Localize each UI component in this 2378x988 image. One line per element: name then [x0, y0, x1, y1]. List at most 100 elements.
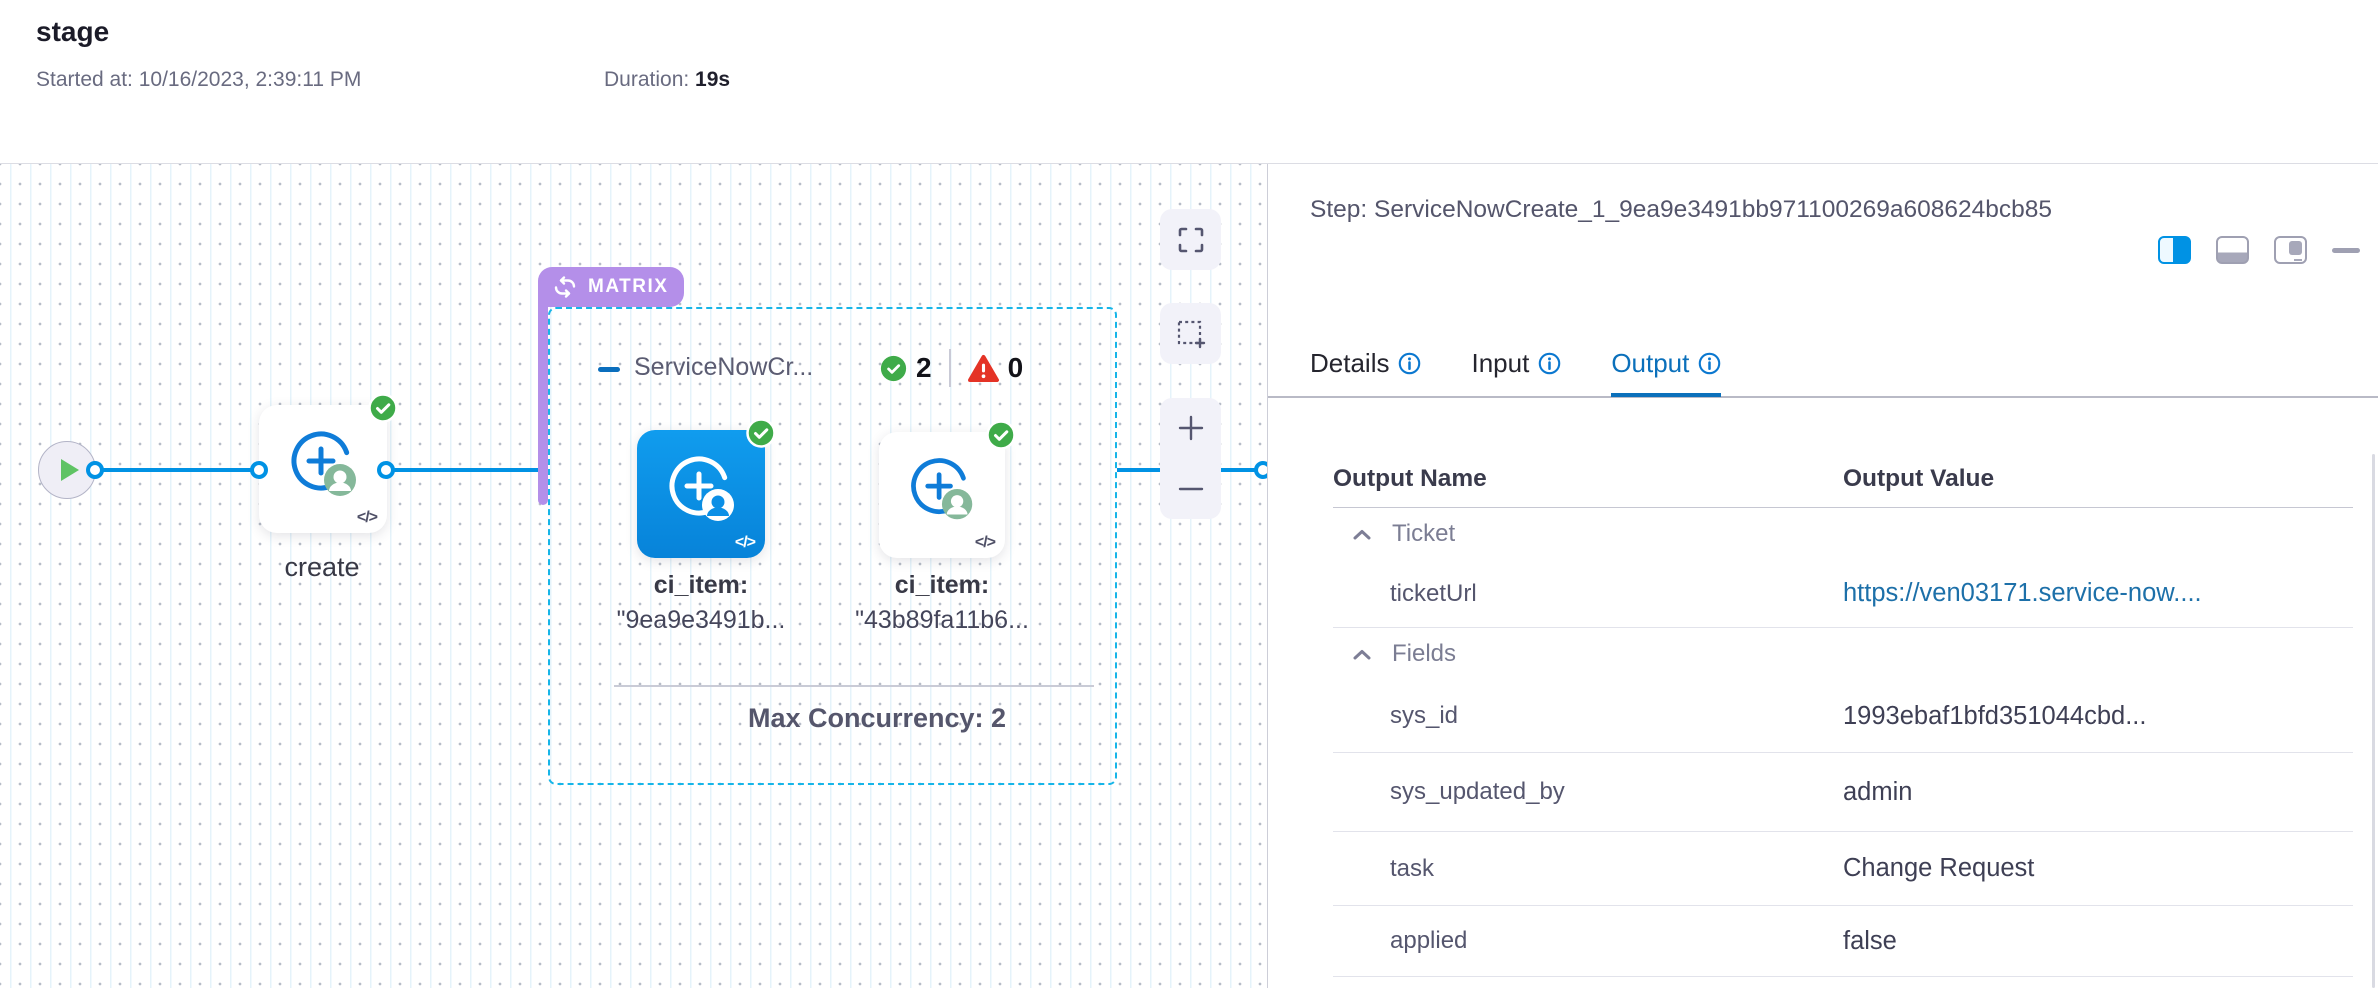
duration: Duration: 19s: [604, 68, 730, 92]
zoom-out-button[interactable]: [1160, 459, 1221, 520]
matrix-step-2-param-name: ci_item:: [822, 571, 1062, 600]
table-row: sys_id 1993ebaf1bfd351044cbd...: [1333, 680, 2353, 753]
info-icon[interactable]: [1398, 352, 1421, 375]
tab-details[interactable]: Details: [1310, 348, 1421, 397]
code-icon: </>: [975, 534, 995, 552]
matrix-step-node-2[interactable]: </>: [879, 432, 1005, 558]
matrix-badge-label: MATRIX: [588, 276, 668, 298]
matrix-step-2-param-value: "43b89fa11b6...: [822, 606, 1062, 635]
matrix-step-1-param-name: ci_item:: [581, 571, 821, 600]
group-row-fields[interactable]: Fields: [1333, 628, 2353, 680]
output-name: applied: [1333, 927, 1843, 955]
edge-connector: [1254, 461, 1268, 479]
fullscreen-button[interactable]: [1160, 209, 1221, 270]
collapse-icon[interactable]: [598, 367, 620, 372]
matrix-group-title: ServiceNowCr...: [634, 353, 813, 382]
step-heading-label: Step:: [1310, 196, 1374, 223]
success-count: 2: [916, 352, 932, 384]
divider: [949, 349, 951, 387]
matrix-step-node-1[interactable]: </>: [637, 430, 765, 558]
success-check-icon: [880, 355, 907, 382]
servicenow-create-icon: [905, 452, 977, 524]
success-check-icon: [746, 418, 776, 448]
step-details-panel: Step: ServiceNowCreate_1_9ea9e3491bb9711…: [1268, 164, 2378, 988]
fullscreen-icon: [1177, 226, 1205, 254]
info-icon[interactable]: [1698, 352, 1721, 375]
duration-value: 19s: [695, 68, 730, 91]
output-value-link[interactable]: https://ven03171.service-now....: [1843, 579, 2353, 608]
group-row-ticket[interactable]: Ticket: [1333, 508, 2353, 560]
edge-connector: [250, 461, 268, 479]
step-heading-name: ServiceNowCreate_1_9ea9e3491bb971100269a…: [1374, 196, 2052, 223]
output-name: sys_id: [1333, 702, 1843, 730]
table-row: applied false: [1333, 906, 2353, 977]
duration-label: Duration:: [604, 68, 695, 91]
play-icon: [61, 459, 79, 481]
success-check-icon: [986, 420, 1016, 450]
info-icon[interactable]: [1538, 352, 1561, 375]
chevron-up-icon: [1352, 648, 1372, 661]
chevron-up-icon: [1352, 528, 1372, 541]
loop-icon: [552, 274, 578, 300]
started-at: Started at: 10/16/2023, 2:39:11 PM: [36, 68, 361, 92]
failed-count: 0: [1008, 352, 1024, 384]
output-name: ticketUrl: [1333, 580, 1843, 608]
edge-connector: [86, 461, 104, 479]
bottom-dock-view-icon[interactable]: [2216, 236, 2249, 264]
panel-tabs: Details Input Output: [1310, 348, 1721, 397]
marquee-select-icon: [1176, 319, 1206, 349]
pipeline-canvas[interactable]: </> create MATRIX ServiceNowCr... 2: [0, 164, 1268, 988]
started-at-value: 10/16/2023, 2:39:11 PM: [139, 68, 362, 91]
zoom-in-icon: [1176, 413, 1206, 443]
table-row: task Change Request: [1333, 832, 2353, 906]
minimize-panel-icon[interactable]: [2332, 248, 2360, 253]
step-node-create[interactable]: </>: [259, 405, 387, 533]
tab-details-label: Details: [1310, 348, 1389, 379]
stage-header: stage Started at: 10/16/2023, 2:39:11 PM…: [0, 0, 2378, 164]
step-heading: Step: ServiceNowCreate_1_9ea9e3491bb9711…: [1310, 192, 2105, 228]
page-title: stage: [36, 16, 109, 48]
output-value: admin: [1843, 778, 2353, 807]
output-name: sys_updated_by: [1333, 778, 1843, 806]
output-table: Output Name Output Value Ticket ticketUr…: [1333, 450, 2353, 977]
output-value: Change Request: [1843, 854, 2353, 883]
code-icon: </>: [357, 509, 377, 527]
matrix-step-1-param-value: "9ea9e3491b...: [581, 606, 821, 635]
servicenow-create-icon: [663, 450, 739, 526]
tab-input-label: Input: [1471, 348, 1529, 379]
success-check-icon: [368, 393, 398, 423]
column-header-output-name: Output Name: [1333, 465, 1843, 493]
matrix-group[interactable]: ServiceNowCr... 2 0 <: [548, 307, 1117, 785]
floating-dock-view-icon[interactable]: [2274, 236, 2307, 264]
zoom-control: [1160, 398, 1221, 519]
output-value: 1993ebaf1bfd351044cbd...: [1843, 702, 2353, 731]
group-label: Ticket: [1392, 520, 1455, 548]
step-label-create: create: [222, 552, 422, 583]
edge-connector: [377, 461, 395, 479]
panel-view-controls: [2158, 236, 2360, 264]
divider: [614, 685, 1094, 687]
matrix-status-counts: 2 0: [880, 349, 1023, 387]
matrix-stripe: [538, 307, 548, 505]
matrix-badge[interactable]: MATRIX: [538, 267, 684, 307]
marquee-select-button[interactable]: [1160, 303, 1221, 364]
started-at-label: Started at:: [36, 68, 139, 91]
tab-output-label: Output: [1611, 348, 1689, 379]
output-name: task: [1333, 855, 1843, 883]
table-row: sys_updated_by admin: [1333, 753, 2353, 832]
servicenow-create-icon: [285, 425, 361, 501]
tab-output[interactable]: Output: [1611, 348, 1721, 397]
zoom-out-icon: [1176, 474, 1206, 504]
split-right-view-icon[interactable]: [2158, 236, 2191, 264]
output-value: false: [1843, 927, 2353, 956]
warning-triangle-icon: [968, 354, 999, 383]
panel-scrollbar[interactable]: [2372, 454, 2375, 988]
floating-dock-bar: [2294, 259, 2302, 262]
zoom-in-button[interactable]: [1160, 398, 1221, 459]
group-label: Fields: [1392, 640, 1456, 668]
column-header-output-value: Output Value: [1843, 465, 2353, 493]
max-concurrency-label: Max Concurrency: 2: [637, 703, 1117, 734]
tab-input[interactable]: Input: [1471, 348, 1561, 397]
table-row: ticketUrl https://ven03171.service-now..…: [1333, 560, 2353, 628]
code-icon: </>: [735, 534, 755, 552]
